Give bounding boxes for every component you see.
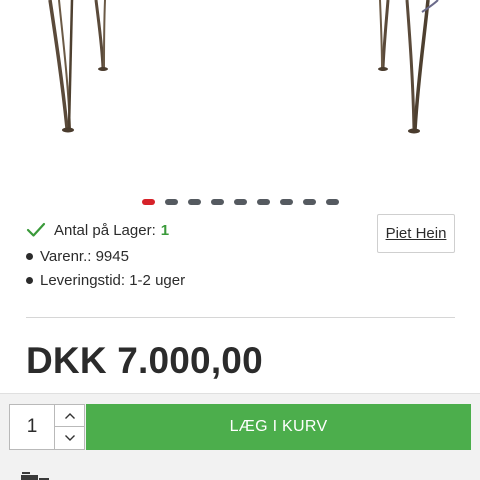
bullet-icon <box>26 276 33 284</box>
carousel-dot[interactable] <box>280 199 293 205</box>
quantity-input[interactable]: 1 <box>9 404 55 450</box>
carousel-dots <box>0 199 480 207</box>
buy-bar: 1 LÆG I KURV <box>0 393 480 480</box>
product-image[interactable] <box>0 0 480 190</box>
carousel-dot[interactable] <box>257 199 270 205</box>
chevron-up-icon <box>64 412 75 419</box>
quantity-decrease-button[interactable] <box>55 427 84 449</box>
stock-status: Antal på Lager: 1 <box>26 220 169 240</box>
stock-count: 1 <box>160 221 170 239</box>
truck-icon <box>21 472 49 480</box>
sku-text: Varenr.: 9945 <box>40 247 129 265</box>
divider <box>26 317 455 318</box>
carousel-dot[interactable] <box>326 199 339 205</box>
quantity-stepper <box>54 404 85 450</box>
carousel-dot[interactable] <box>165 199 178 205</box>
bullet-icon <box>26 252 33 260</box>
carousel-dot[interactable] <box>303 199 316 205</box>
carousel-dot[interactable] <box>188 199 201 205</box>
sku-row: Varenr.: 9945 <box>26 246 129 266</box>
price: DKK 7.000,00 <box>26 340 263 381</box>
brand-link-button[interactable]: Piet Hein <box>377 214 455 253</box>
lead-time-row: Leveringstid: 1-2 uger <box>26 270 185 290</box>
quantity-increase-button[interactable] <box>55 405 84 427</box>
stock-label: Antal på Lager: <box>54 221 156 239</box>
chevron-down-icon <box>64 435 75 441</box>
lead-time-text: Leveringstid: 1-2 uger <box>40 271 186 289</box>
carousel-dot[interactable] <box>234 199 247 205</box>
carousel-dot-active[interactable] <box>142 199 155 205</box>
add-to-cart-button[interactable]: LÆG I KURV <box>86 404 471 450</box>
carousel-dot[interactable] <box>211 199 224 205</box>
chair-legs-illustration <box>48 0 439 134</box>
check-icon <box>26 222 46 237</box>
